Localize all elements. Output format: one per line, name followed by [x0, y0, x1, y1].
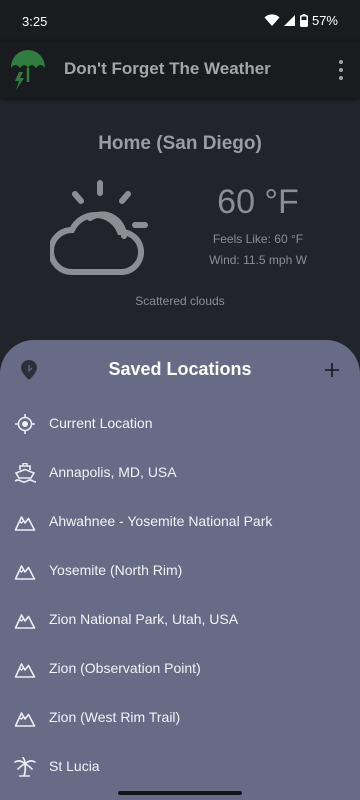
- weather-description: Scattered clouds: [135, 294, 225, 308]
- mountain-icon: [14, 516, 36, 531]
- location-item-zion-west-rim-trail[interactable]: Zion (West Rim Trail): [0, 694, 360, 743]
- location-item-st-lucia[interactable]: St Lucia: [0, 743, 360, 780]
- saved-locations-list: Current Location Annapolis, MD, USA Ahwa…: [0, 400, 360, 780]
- temperature: 60 °F: [217, 183, 299, 221]
- location-label: Current Location: [49, 415, 153, 431]
- location-label: St Lucia: [49, 758, 100, 774]
- status-bar: 3:25 57%: [0, 0, 360, 42]
- status-time: 3:25: [22, 14, 48, 29]
- current-weather: Home (San Diego) 60 °F Feels Like: 60 °F…: [0, 98, 360, 338]
- location-label: Ahwahnee - Yosemite National Park: [49, 513, 273, 529]
- add-location-button[interactable]: [322, 360, 342, 380]
- partly-cloudy-icon: [50, 180, 148, 275]
- location-name: Home (San Diego): [98, 133, 262, 154]
- wifi-icon: [264, 14, 280, 26]
- mountain-icon: [14, 614, 36, 629]
- gesture-nav-bar: [0, 780, 360, 800]
- feels-like: Feels Like: 60 °F: [212, 232, 304, 246]
- signal-icon: [283, 15, 295, 26]
- location-label: Yosemite (North Rim): [49, 562, 183, 578]
- overflow-menu-icon: [339, 60, 343, 64]
- sheet-header: Saved Locations: [0, 340, 360, 400]
- location-label: Zion (Observation Point): [49, 660, 201, 676]
- location-item-yosemite-north-rim[interactable]: Yosemite (North Rim): [0, 547, 360, 596]
- wind: Wind: 11.5 mph W: [209, 253, 307, 267]
- location-label: Zion (West Rim Trail): [49, 709, 181, 725]
- location-item-current[interactable]: Current Location: [0, 400, 360, 449]
- location-item-zion-national-park[interactable]: Zion National Park, Utah, USA: [0, 596, 360, 645]
- crosshair-icon: [15, 414, 35, 434]
- location-label: Annapolis, MD, USA: [49, 464, 177, 480]
- status-icons: 57%: [264, 13, 338, 28]
- overflow-menu-button[interactable]: [336, 58, 346, 82]
- battery-icon: [299, 14, 308, 27]
- palm-tree-icon: [14, 757, 36, 777]
- battery-percent: 57%: [311, 13, 338, 28]
- umbrella-lightning-icon: [11, 50, 45, 90]
- saved-locations-sheet: Saved Locations Current Location Annapol…: [0, 340, 360, 780]
- location-item-zion-observation-point[interactable]: Zion (Observation Point): [0, 645, 360, 694]
- mountain-icon: [14, 565, 36, 580]
- ship-icon: [14, 463, 36, 483]
- sheet-title: Saved Locations: [108, 359, 252, 379]
- location-item-annapolis[interactable]: Annapolis, MD, USA: [0, 449, 360, 498]
- app-bar: Don't Forget The Weather: [0, 42, 360, 98]
- location-item-ahwahnee[interactable]: Ahwahnee - Yosemite National Park: [0, 498, 360, 547]
- home-gesture-handle[interactable]: [118, 791, 242, 795]
- mountain-icon: [14, 663, 36, 678]
- location-label: Zion National Park, Utah, USA: [49, 611, 239, 627]
- mountain-icon: [14, 712, 36, 727]
- app-title: Don't Forget The Weather: [64, 59, 271, 78]
